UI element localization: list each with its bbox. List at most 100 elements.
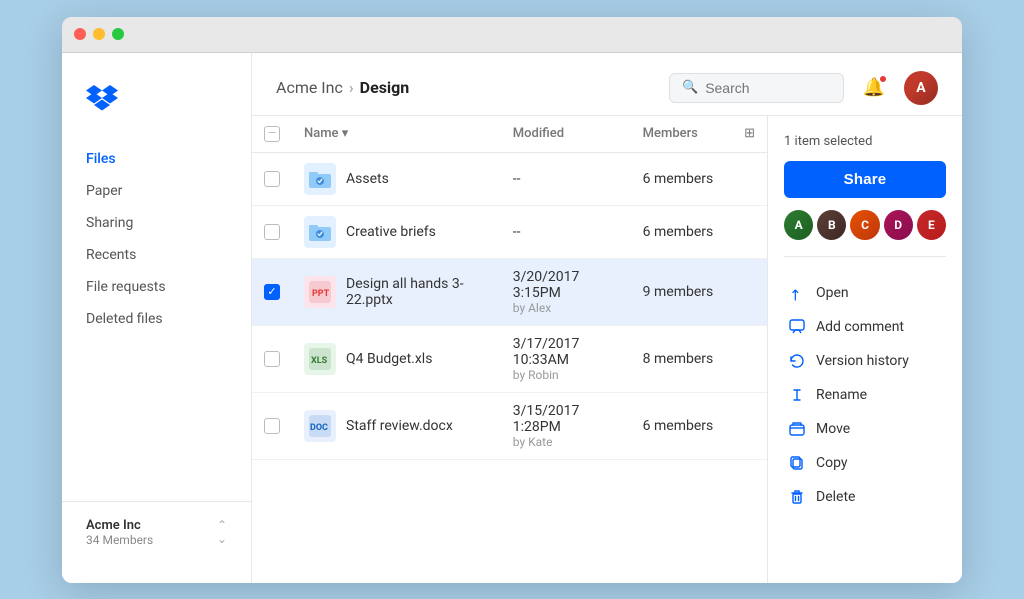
row-members-cell: 9 members	[631, 258, 732, 325]
move-icon	[788, 420, 806, 438]
action-label-rename: Rename	[816, 387, 867, 403]
row-checkbox-assets[interactable]	[264, 171, 280, 187]
row-modified-cell: 3/15/2017 1:28PM by Kate	[501, 392, 631, 459]
table-row: PPT Design all hands 3-22.pptx 3/20/2017…	[252, 258, 767, 325]
org-name: Acme Inc	[86, 518, 153, 533]
notification-dot	[879, 75, 887, 83]
breadcrumb-current: Design	[360, 78, 410, 97]
sidebar-item-paper[interactable]: Paper	[62, 175, 251, 207]
content-area: Name ▾ Modified Members ⊞	[252, 116, 962, 583]
action-label-copy: Copy	[816, 455, 848, 471]
sidebar-footer[interactable]: Acme Inc 34 Members ⌃⌄	[62, 501, 251, 563]
avatar-image: A	[904, 71, 938, 105]
th-members: Members	[631, 116, 732, 153]
sidebar-item-deleted-files[interactable]: Deleted files	[62, 303, 251, 335]
version-history-icon	[788, 352, 806, 370]
member-avatar-1[interactable]: A	[784, 210, 813, 240]
breadcrumb-separator: ›	[349, 78, 354, 97]
row-name-cell: Creative briefs	[292, 205, 501, 258]
row-modified-cell: --	[501, 205, 631, 258]
app-body: Files Paper Sharing Recents File request…	[62, 53, 962, 583]
xlsx-icon: XLS	[304, 343, 336, 375]
row-checkbox-creative-briefs[interactable]	[264, 224, 280, 240]
breadcrumb-parent[interactable]: Acme Inc	[276, 78, 343, 97]
action-add-comment[interactable]: Add comment	[784, 311, 946, 343]
sidebar-item-file-requests[interactable]: File requests	[62, 271, 251, 303]
titlebar	[62, 17, 962, 53]
file-name: Q4 Budget.xls	[346, 351, 432, 367]
sidebar-footer-info: Acme Inc 34 Members	[86, 518, 153, 547]
sidebar-item-files[interactable]: Files	[62, 143, 251, 175]
row-modified-cell: 3/17/2017 10:33AM by Robin	[501, 325, 631, 392]
row-checkbox-design-allhands[interactable]	[264, 284, 280, 300]
th-checkbox	[252, 116, 292, 153]
right-panel: 1 item selected Share A B C D E ↗ Open	[767, 116, 962, 583]
action-menu: ↗ Open Add comment	[784, 277, 946, 513]
svg-text:DOC: DOC	[310, 423, 328, 433]
row-checkbox-cell	[252, 152, 292, 205]
dropbox-logo-icon	[86, 83, 118, 115]
table-row: XLS Q4 Budget.xls 3/17/2017 10:33AM by R…	[252, 325, 767, 392]
comment-icon	[788, 318, 806, 336]
table-row: Creative briefs -- 6 members	[252, 205, 767, 258]
action-label-add-comment: Add comment	[816, 319, 904, 335]
file-table: Name ▾ Modified Members ⊞	[252, 116, 767, 460]
row-checkbox-staff-review[interactable]	[264, 418, 280, 434]
row-checkbox-q4-budget[interactable]	[264, 351, 280, 367]
docx-icon: DOC	[304, 410, 336, 442]
action-label-version-history: Version history	[816, 353, 909, 369]
th-grid-icon[interactable]: ⊞	[732, 116, 767, 153]
notifications-button[interactable]: 🔔	[858, 72, 890, 104]
table-row: Assets -- 6 members	[252, 152, 767, 205]
share-button[interactable]: Share	[784, 161, 946, 198]
member-avatar-2[interactable]: B	[817, 210, 846, 240]
chevron-down-icon: ⌃⌄	[217, 518, 227, 546]
svg-text:XLS: XLS	[311, 356, 328, 366]
action-move[interactable]: Move	[784, 413, 946, 445]
selected-count-label: 1 item selected	[784, 134, 946, 149]
close-dot[interactable]	[74, 28, 86, 40]
search-icon: 🔍	[682, 80, 698, 95]
panel-divider	[784, 256, 946, 257]
action-rename[interactable]: Rename	[784, 379, 946, 411]
avatar[interactable]: A	[904, 71, 938, 105]
th-name[interactable]: Name ▾	[292, 116, 501, 153]
action-delete[interactable]: Delete	[784, 481, 946, 513]
member-avatar-5[interactable]: E	[917, 210, 946, 240]
copy-icon	[788, 454, 806, 472]
member-avatar-4[interactable]: D	[884, 210, 913, 240]
sidebar-item-sharing[interactable]: Sharing	[62, 207, 251, 239]
file-name: Creative briefs	[346, 224, 436, 240]
topbar-actions: 🔍 🔔 A	[669, 71, 938, 105]
member-avatar-3[interactable]: C	[850, 210, 879, 240]
pptx-icon: PPT	[304, 276, 336, 308]
row-extra-cell	[732, 152, 767, 205]
fullscreen-dot[interactable]	[112, 28, 124, 40]
search-input[interactable]	[705, 80, 831, 96]
action-open[interactable]: ↗ Open	[784, 277, 946, 309]
search-box[interactable]: 🔍	[669, 73, 844, 103]
action-version-history[interactable]: Version history	[784, 345, 946, 377]
file-name: Design all hands 3-22.pptx	[346, 276, 489, 308]
file-list-area: Name ▾ Modified Members ⊞	[252, 116, 767, 583]
open-icon: ↗	[784, 280, 809, 305]
action-label-move: Move	[816, 421, 850, 437]
app-window: Files Paper Sharing Recents File request…	[62, 17, 962, 583]
row-members-cell: 6 members	[631, 152, 732, 205]
row-members-cell: 6 members	[631, 205, 732, 258]
sidebar-logo	[62, 73, 251, 143]
action-label-open: Open	[816, 285, 849, 301]
breadcrumb: Acme Inc › Design	[276, 78, 409, 97]
row-modified-cell: --	[501, 152, 631, 205]
table-row: DOC Staff review.docx 3/15/2017 1:28PM b…	[252, 392, 767, 459]
sidebar-item-recents[interactable]: Recents	[62, 239, 251, 271]
main-content: Acme Inc › Design 🔍 🔔 A	[252, 53, 962, 583]
row-name-cell: Assets	[292, 152, 501, 205]
row-members-cell: 6 members	[631, 392, 732, 459]
minimize-dot[interactable]	[93, 28, 105, 40]
action-copy[interactable]: Copy	[784, 447, 946, 479]
select-all-checkbox[interactable]	[264, 126, 280, 142]
topbar: Acme Inc › Design 🔍 🔔 A	[252, 53, 962, 116]
svg-text:PPT: PPT	[312, 289, 330, 299]
row-name-cell: XLS Q4 Budget.xls	[292, 325, 501, 392]
